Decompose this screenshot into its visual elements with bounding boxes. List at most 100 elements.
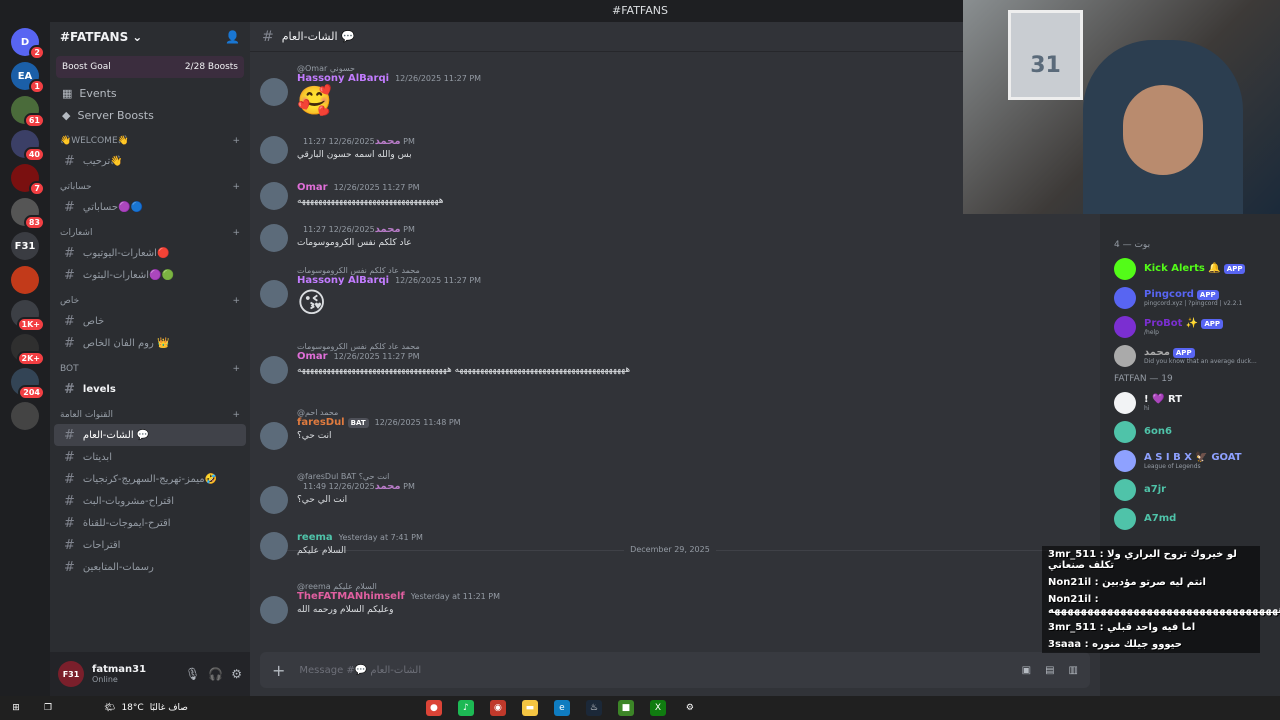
server-icon[interactable] bbox=[11, 402, 39, 430]
category-header[interactable]: BOT + bbox=[50, 360, 250, 378]
channel-item[interactable]: # ترحيب👋 bbox=[54, 150, 246, 172]
author-name[interactable]: محمد bbox=[375, 136, 401, 147]
edge-icon[interactable]: e bbox=[553, 700, 570, 716]
avatar[interactable] bbox=[260, 532, 288, 560]
events-link[interactable]: ▦ Events bbox=[50, 82, 250, 104]
xbox-icon[interactable]: X bbox=[649, 700, 666, 716]
server-boosts-link[interactable]: ◆ Server Boosts bbox=[50, 104, 250, 126]
minecraft-icon[interactable]: ■ bbox=[617, 700, 634, 716]
message-input[interactable]: Message #💬 الشات-العام bbox=[299, 665, 421, 676]
settings-icon[interactable]: ⚙ bbox=[682, 700, 698, 716]
member-item[interactable]: Pingcord APP pingcord.xyz | ?pingcord | v2… bbox=[1100, 283, 1280, 312]
avatar[interactable] bbox=[260, 182, 288, 210]
reply-reference[interactable]: @Omar حسوني bbox=[297, 64, 481, 73]
category-header[interactable]: القنوات العامة + bbox=[50, 406, 250, 424]
add-member-icon[interactable]: 👤 bbox=[225, 30, 240, 44]
author-name[interactable]: محمد bbox=[375, 224, 401, 235]
gift-icon[interactable]: ▣ bbox=[1022, 665, 1031, 676]
category-header[interactable]: خاص + bbox=[50, 292, 250, 310]
channel-item[interactable]: # حساباتي🟣🔵 bbox=[54, 196, 246, 218]
channel-item[interactable]: # خاص bbox=[54, 310, 246, 332]
add-channel-icon[interactable]: + bbox=[232, 410, 240, 420]
member-item[interactable]: A S I B X 🦅 GOAT League of Legends bbox=[1100, 446, 1280, 475]
server-icon[interactable]: 61 bbox=[11, 96, 45, 128]
gear-icon[interactable]: ⚙ bbox=[231, 667, 242, 681]
avatar[interactable]: F31 bbox=[58, 661, 84, 687]
avatar[interactable] bbox=[260, 486, 288, 514]
server-list[interactable]: D 2 EA 1 61 40 7 83 F31 1K+ 2K+ 204 bbox=[0, 22, 50, 696]
server-icon[interactable]: 40 bbox=[11, 130, 45, 162]
server-icon[interactable]: 204 bbox=[11, 368, 45, 400]
channel-item[interactable]: # ابديتات bbox=[54, 446, 246, 468]
member-item[interactable]: Kick Alerts 🔔 APP bbox=[1100, 254, 1280, 283]
file-explorer-icon[interactable]: ▬ bbox=[521, 700, 538, 716]
guild-header[interactable]: #FATFANS ⌄ 👤 bbox=[50, 22, 250, 52]
add-channel-icon[interactable]: + bbox=[232, 136, 240, 146]
add-attachment-icon[interactable]: + bbox=[272, 661, 285, 680]
gif-icon[interactable]: ▤ bbox=[1045, 665, 1054, 676]
channel-item[interactable]: # ميمز-تهريج-السهريج-كرنجيات🤣 bbox=[54, 468, 246, 490]
server-icon[interactable]: 83 bbox=[11, 198, 45, 230]
reply-reference[interactable]: @محمد احم bbox=[297, 408, 461, 417]
avatar[interactable] bbox=[260, 136, 288, 164]
avatar[interactable] bbox=[260, 224, 288, 252]
headphones-icon[interactable]: 🎧 bbox=[208, 667, 223, 681]
add-channel-icon[interactable]: + bbox=[232, 364, 240, 374]
author-name[interactable]: TheFATMANhimself bbox=[297, 591, 405, 602]
avatar[interactable] bbox=[260, 280, 288, 308]
channel-item[interactable]: # اشعارات-اليوتيوب🔴 bbox=[54, 242, 246, 264]
member-item[interactable]: ProBot ✨ APP/help bbox=[1100, 312, 1280, 341]
author-name[interactable]: faresDul bbox=[297, 417, 345, 428]
server-icon[interactable]: F31 bbox=[11, 232, 39, 260]
server-icon[interactable]: EA 1 bbox=[11, 62, 45, 94]
category-header[interactable]: اشعارات + bbox=[50, 224, 250, 242]
channel-item[interactable]: # روم الفان الخاص 👑 bbox=[54, 332, 246, 354]
member-item[interactable]: محمد APP Did you know that an average duck… bbox=[1100, 341, 1280, 370]
avatar[interactable] bbox=[260, 596, 288, 624]
channel-item[interactable]: # levels bbox=[54, 378, 246, 400]
author-name[interactable]: محمد bbox=[375, 481, 401, 492]
channel-item[interactable]: # الشات-العام 💬 bbox=[54, 424, 246, 446]
steam-icon[interactable]: ♨ bbox=[585, 700, 602, 716]
server-icon[interactable]: 1K+ bbox=[11, 300, 45, 332]
windows-start-icon[interactable]: ⊞ bbox=[8, 700, 24, 716]
server-icon[interactable]: 7 bbox=[11, 164, 45, 196]
app-icon[interactable]: ◉ bbox=[489, 700, 506, 716]
sticker-icon[interactable]: ▥ bbox=[1069, 665, 1078, 676]
author-name[interactable]: Hassony AlBarqi bbox=[297, 73, 389, 84]
channel-item[interactable]: # اقتراحات bbox=[54, 534, 246, 556]
server-icon[interactable] bbox=[11, 266, 39, 294]
channel-item[interactable]: # اقتراح-مشروبات-البث bbox=[54, 490, 246, 512]
task-view-icon[interactable]: ❐ bbox=[40, 700, 56, 716]
reply-reference[interactable]: @faresDul BAT انت حي؟ bbox=[297, 472, 415, 481]
category-header[interactable]: 👋WELCOME👋 + bbox=[50, 132, 250, 150]
message-composer[interactable]: + Message #💬 الشات-العام ▣ ▤ ▥ bbox=[260, 652, 1090, 688]
author-name[interactable]: Omar bbox=[297, 182, 328, 193]
microphone-icon[interactable]: 🎙 bbox=[185, 667, 200, 681]
member-item[interactable]: a7jr bbox=[1100, 475, 1280, 504]
avatar[interactable] bbox=[260, 422, 288, 450]
chrome-icon[interactable]: ● bbox=[425, 700, 442, 716]
reply-reference[interactable]: محمد عاد كلكم نفس الكروموسومات bbox=[297, 342, 630, 351]
member-item[interactable]: 6on6 bbox=[1100, 417, 1280, 446]
author-name[interactable]: Hassony AlBarqi bbox=[297, 275, 389, 286]
add-channel-icon[interactable]: + bbox=[232, 182, 240, 192]
server-icon[interactable]: 2K+ bbox=[11, 334, 45, 366]
member-item[interactable]: ! 💜 RT hi bbox=[1100, 388, 1280, 417]
channel-item[interactable]: # رسمات-المتابعين bbox=[54, 556, 246, 578]
member-item[interactable]: A7md bbox=[1100, 504, 1280, 533]
avatar[interactable] bbox=[260, 356, 288, 384]
avatar[interactable] bbox=[260, 78, 288, 106]
channel-item[interactable]: # اقترح-ايموجات-للقناة bbox=[54, 512, 246, 534]
add-channel-icon[interactable]: + bbox=[232, 228, 240, 238]
author-name[interactable]: Omar bbox=[297, 351, 328, 362]
reply-reference[interactable]: @reema السلام عليكم bbox=[297, 582, 500, 591]
boost-goal-banner[interactable]: Boost Goal 2/28 Boosts bbox=[56, 56, 244, 78]
add-channel-icon[interactable]: + bbox=[232, 296, 240, 306]
server-icon[interactable]: D2 bbox=[11, 28, 45, 60]
author-name[interactable]: reema bbox=[297, 532, 333, 543]
reply-reference[interactable]: محمد عاد كلكم نفس الكروموسومات bbox=[297, 266, 481, 275]
spotify-icon[interactable]: ♪ bbox=[457, 700, 474, 716]
category-header[interactable]: حساباتي + bbox=[50, 178, 250, 196]
channel-item[interactable]: # اشعارات-البثوث🟣🟢 bbox=[54, 264, 246, 286]
